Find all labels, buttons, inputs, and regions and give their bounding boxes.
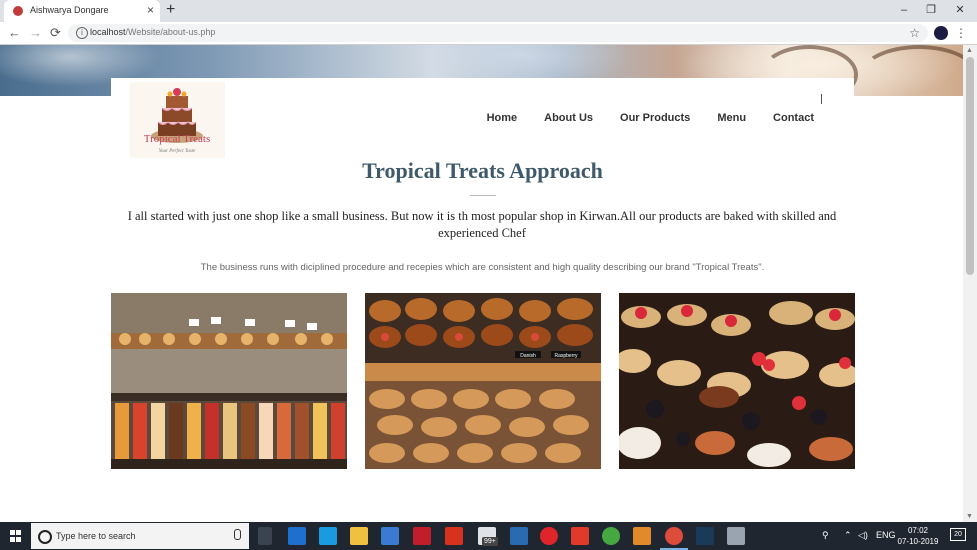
start-button[interactable] (0, 522, 30, 550)
xampp-icon[interactable] (633, 527, 651, 545)
info-icon[interactable]: i (76, 27, 88, 39)
chrome-icon[interactable] (665, 527, 683, 545)
reload-icon[interactable]: ⟳ (50, 25, 61, 41)
task-view-icon[interactable] (258, 527, 272, 545)
close-window-button[interactable]: ✕ (945, 2, 975, 18)
windows-logo-icon (10, 530, 22, 542)
photo-danish-pastries: Danish Raspberry (365, 293, 601, 469)
hero-decoration (860, 45, 963, 104)
logo-text: Tropical Treats (144, 133, 211, 145)
scroll-thumb[interactable] (966, 57, 974, 275)
new-tab-button[interactable]: + (166, 1, 175, 19)
acrobat-icon[interactable] (571, 527, 589, 545)
search-placeholder: Type here to search (56, 531, 136, 541)
nav-menu[interactable]: Menu (717, 112, 746, 124)
photo-pastry-display (111, 293, 347, 469)
nav-about-us[interactable]: About Us (544, 112, 593, 124)
nav-contact[interactable]: Contact (773, 112, 814, 124)
page-title: Tropical Treats Approach (362, 158, 603, 183)
microphone-icon[interactable] (234, 529, 241, 540)
price-tag-label: Danish (520, 353, 536, 359)
steam-icon[interactable] (696, 527, 714, 545)
nav-our-products[interactable]: Our Products (620, 112, 690, 124)
address-bar[interactable]: i localhost/Website/about-us.php ☆ (68, 24, 928, 42)
title-underline (470, 195, 496, 196)
notification-center-icon[interactable]: 20 (950, 528, 966, 541)
people-icon[interactable]: ⚲ (822, 530, 829, 541)
restore-button[interactable]: ❐ (916, 2, 946, 18)
favicon-icon (13, 6, 23, 16)
opera-icon[interactable] (540, 527, 558, 545)
scroll-up-icon[interactable]: ▲ (966, 47, 973, 54)
system-clock[interactable]: 07:02 07-10-2019 (895, 525, 941, 547)
page-scrollbar[interactable]: ▲ ▼ (963, 45, 977, 522)
price-tag-label: Raspberry (554, 353, 578, 359)
language-indicator[interactable]: ENG (876, 530, 896, 541)
back-icon[interactable]: ← (8, 25, 21, 41)
logo-tagline: Your Perfect Taste (159, 149, 196, 154)
page-viewport: Tropical Treats Your Perfect Taste Home … (0, 45, 963, 522)
browser-menu-icon[interactable]: ⋮ (955, 25, 967, 41)
tray-expand-icon[interactable]: ⌃ (844, 530, 852, 541)
edge-icon[interactable] (288, 527, 306, 545)
brand-description: The business runs with diciplined proced… (200, 262, 765, 273)
bookmark-star-icon[interactable]: ☆ (909, 25, 920, 41)
url-text[interactable]: localhost/Website/about-us.php (90, 27, 215, 37)
minimize-button[interactable]: – (889, 2, 919, 18)
app-badge: 99+ (482, 537, 498, 546)
browser-tab-strip: Aishwarya Dongare × + – ❐ ✕ (0, 0, 977, 22)
app-red-icon[interactable] (445, 527, 463, 545)
app-l-icon[interactable] (319, 527, 337, 545)
utorrent-icon[interactable] (602, 527, 620, 545)
tropical-treats-logo[interactable]: Tropical Treats Your Perfect Taste (130, 82, 225, 158)
volume-icon[interactable]: ◁) (858, 530, 868, 541)
intro-paragraph: I all started with just one shop like a … (127, 209, 837, 240)
browser-tab[interactable]: Aishwarya Dongare × (4, 0, 160, 22)
browser-toolbar: ← → ⟳ i localhost/Website/about-us.php ☆… (0, 22, 977, 45)
tab-title: Aishwarya Dongare (30, 5, 109, 15)
clock-time: 07:02 (907, 526, 929, 535)
main-nav: Home About Us Our Products Menu Contact (487, 112, 814, 124)
taskbar-search[interactable]: Type here to search (31, 523, 249, 549)
clock-date: 07-10-2019 (897, 537, 939, 546)
content-card: Tropical Treats Your Perfect Taste Home … (111, 78, 855, 518)
file-explorer-icon[interactable] (350, 527, 368, 545)
mcafee-icon[interactable] (413, 527, 431, 545)
app-gray-icon[interactable] (727, 527, 745, 545)
cortana-icon (38, 530, 52, 544)
forward-icon[interactable]: → (29, 25, 42, 41)
windows-taskbar: Type here to search 99+ ⚲ ⌃ ◁) ENG 07:02… (0, 522, 977, 550)
profile-avatar[interactable] (934, 26, 948, 40)
nav-divider (821, 94, 822, 104)
store-icon[interactable] (381, 527, 399, 545)
nav-home[interactable]: Home (487, 112, 518, 124)
url-path: /Website/about-us.php (125, 27, 216, 37)
tab-close-icon[interactable]: × (147, 3, 154, 17)
photo-berry-tartlets (619, 293, 855, 469)
url-host: localhost (90, 27, 126, 37)
scroll-down-icon[interactable]: ▼ (966, 513, 973, 520)
app-blue-icon[interactable] (510, 527, 528, 545)
